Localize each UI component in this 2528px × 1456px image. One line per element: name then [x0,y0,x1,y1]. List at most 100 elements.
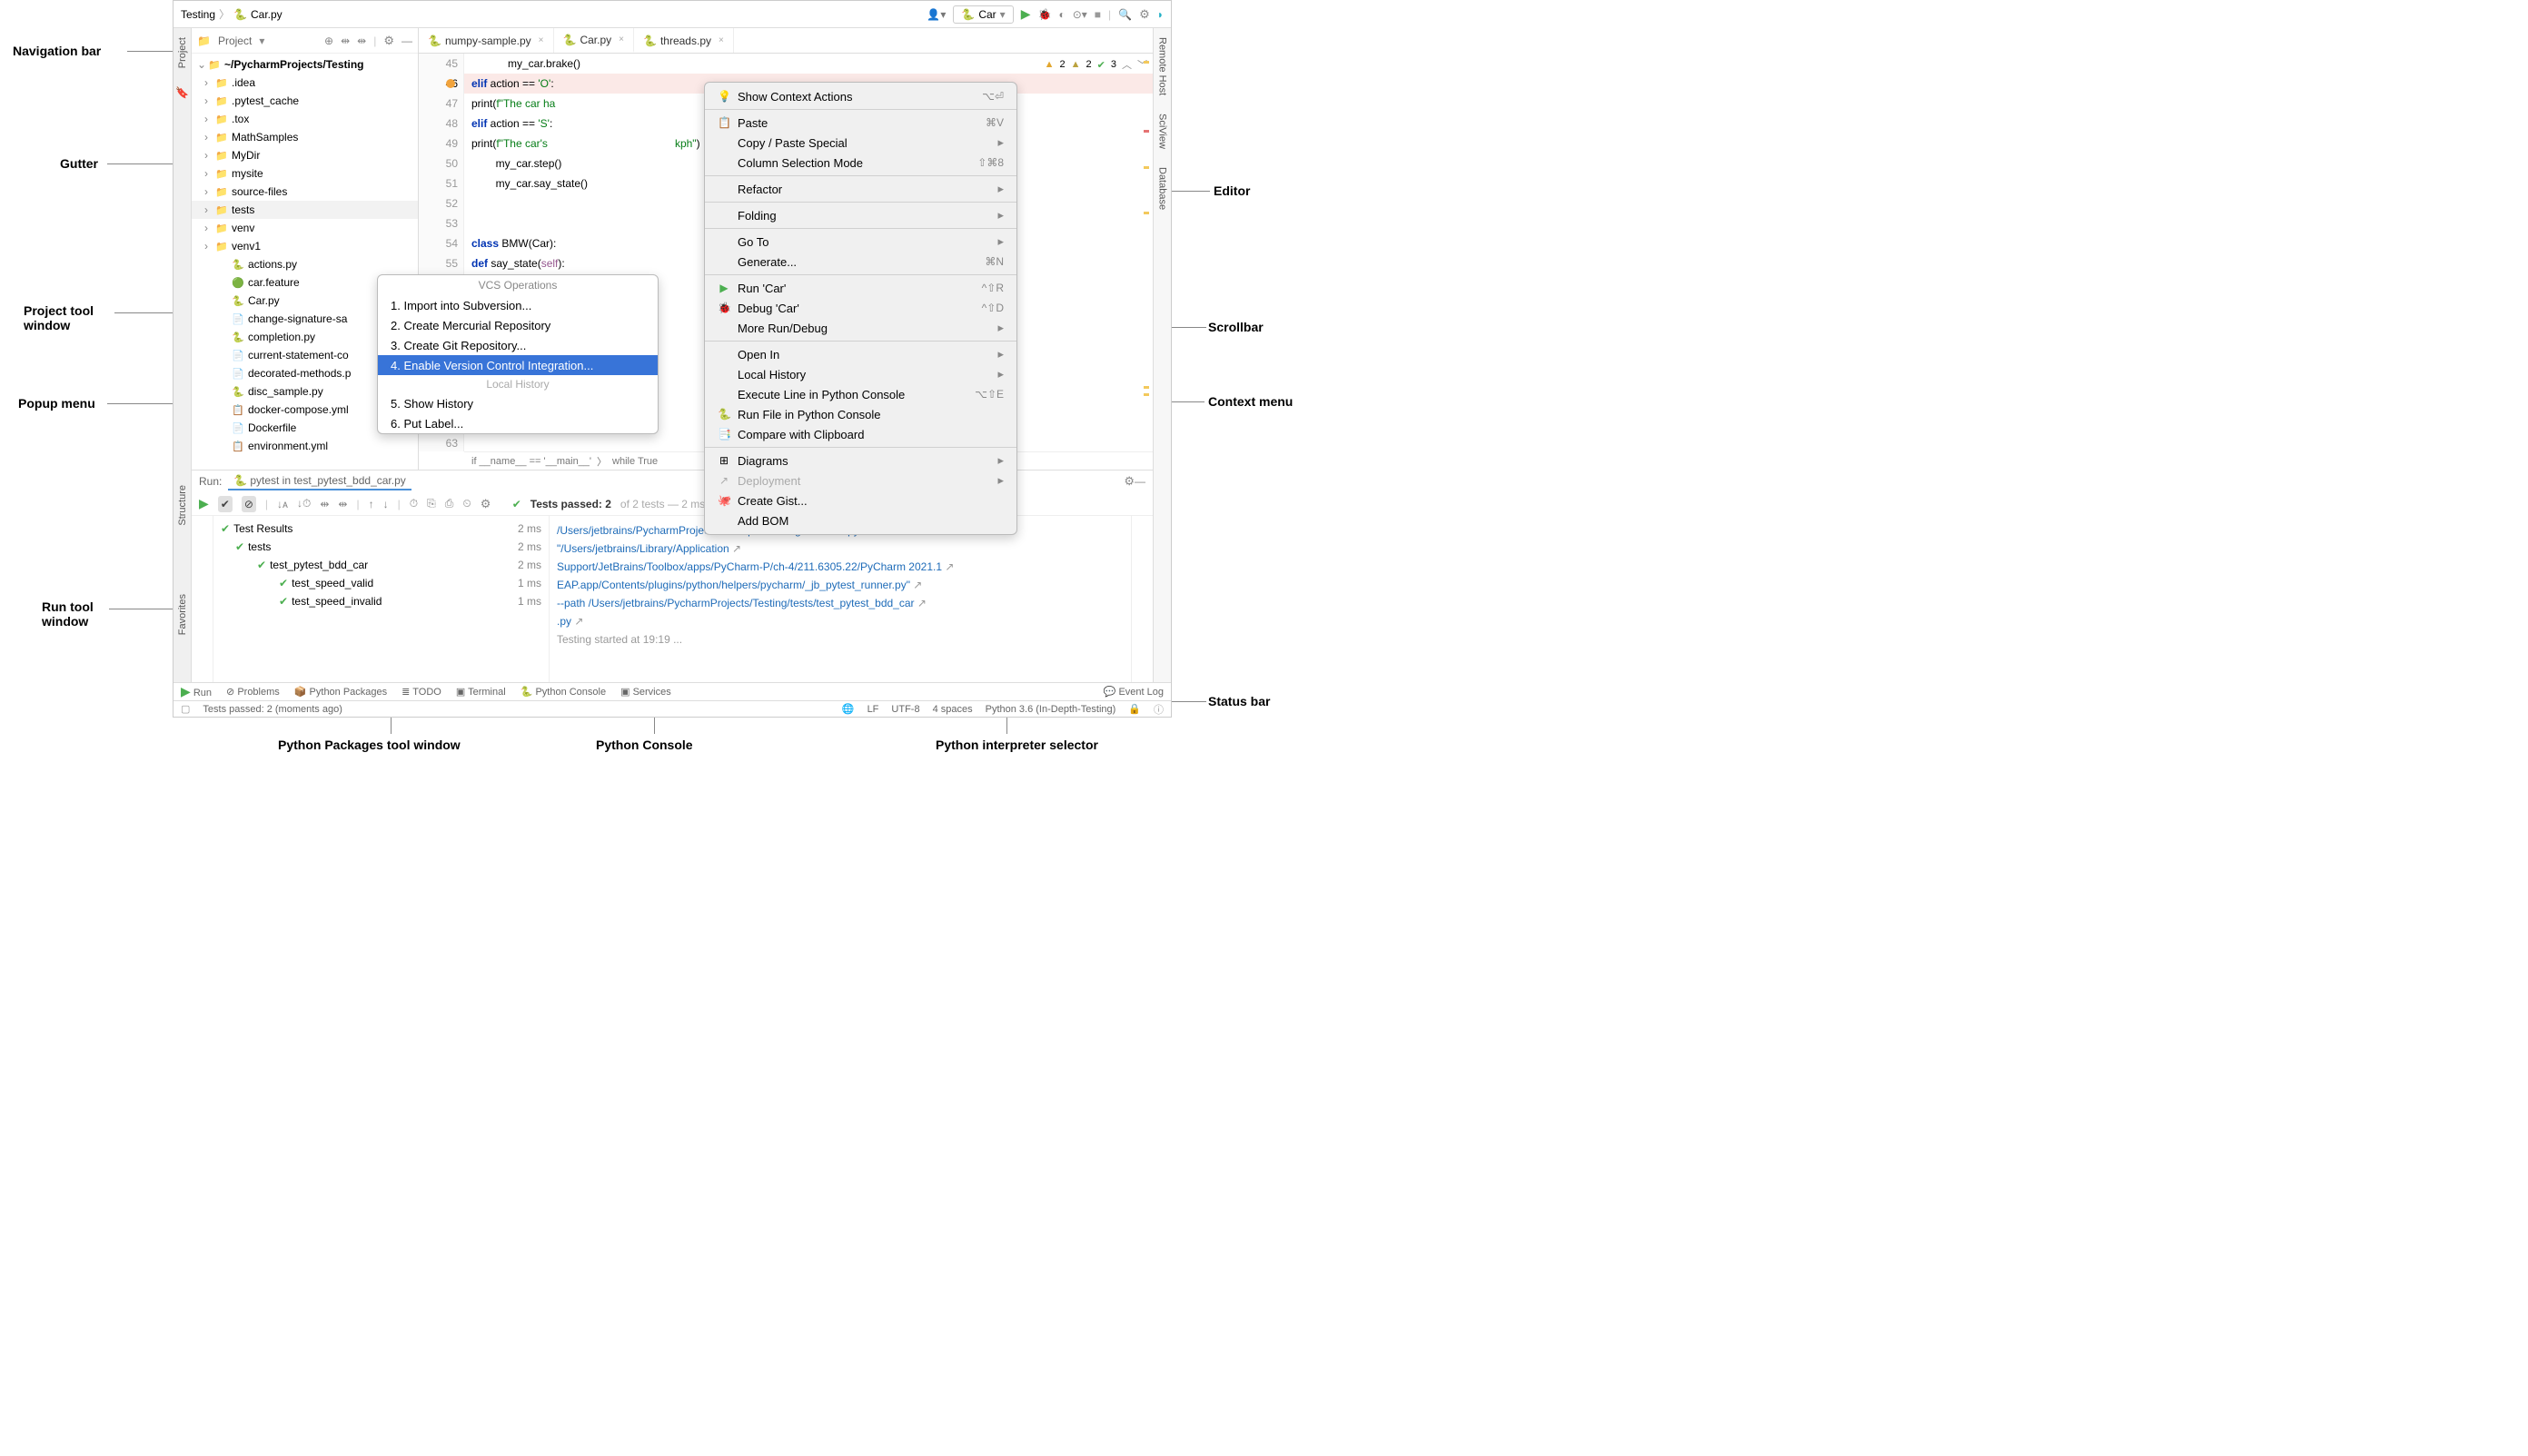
popup-item[interactable]: 6. Put Label... [378,413,658,433]
history-icon[interactable]: ⏲ [462,497,471,510]
collapse-all-icon[interactable]: ⇹ [357,35,366,47]
hide-icon[interactable]: — [1135,475,1145,488]
favorites-tool-tab[interactable]: Favorites [177,594,188,635]
lock-icon[interactable]: 🔒 [1128,703,1141,715]
debug-button[interactable]: 🐞 [1037,8,1051,21]
context-menu-item[interactable]: Generate...⌘N [705,252,1016,272]
settings-icon[interactable] [383,34,394,48]
export-icon[interactable]: ⎙ [445,497,454,510]
event-log-tab[interactable]: 💬 Event Log [1104,686,1164,698]
crumb-2[interactable]: while True [612,456,658,467]
prev-test-icon[interactable]: ↑ [369,498,374,510]
tree-folder[interactable]: ›📁MyDir [192,146,418,164]
close-icon[interactable]: × [619,35,624,45]
status-lf[interactable]: LF [867,704,879,715]
hide-icon[interactable]: — [402,35,412,47]
problems-tab[interactable]: ⊘ Problems [226,686,280,698]
context-menu-item[interactable]: Folding▸ [705,205,1016,225]
tree-folder[interactable]: ›📁source-files [192,183,418,201]
run-config-tab[interactable]: 🐍 pytest in test_pytest_bdd_car.py [228,472,411,490]
import-icon[interactable]: ⎘ [427,497,436,510]
sciview-tab[interactable]: SciView [1157,114,1168,149]
scrollbar-track[interactable] [1142,59,1151,470]
structure-tool-tab[interactable]: Structure [177,485,188,526]
gutter-line[interactable]: 55 [419,253,463,273]
editor-tab[interactable]: 🐍threads.py× [634,28,734,53]
run-button[interactable]: ▶ [1021,6,1031,22]
expand-all-icon[interactable]: ⇹ [341,35,350,47]
stop-button[interactable]: ■ [1095,8,1101,21]
context-menu-item[interactable]: Add BOM [705,510,1016,530]
tree-folder[interactable]: ›📁mysite [192,164,418,183]
tree-folder[interactable]: ›📁MathSamples [192,128,418,146]
gutter-line[interactable]: 53 [419,213,463,233]
tree-folder[interactable]: ›📁.pytest_cache [192,92,418,110]
tool-windows-icon[interactable]: ▢ [181,703,190,715]
rerun-button[interactable]: ▶ [199,496,209,511]
breakpoint-icon[interactable] [446,79,455,88]
terminal-tab[interactable]: ▣ Terminal [456,686,506,698]
close-icon[interactable]: × [719,35,724,45]
toggle-pass-icon[interactable]: ✔ [218,496,233,512]
gutter-line[interactable]: 51 [419,173,463,193]
gutter-line[interactable]: 52 [419,193,463,213]
context-menu-item[interactable]: 🐙Create Gist... [705,490,1016,510]
tree-folder[interactable]: ›📁.idea [192,74,418,92]
packages-tab[interactable]: 📦 Python Packages [294,686,387,698]
gutter-line[interactable]: 49 [419,134,463,154]
expand-icon[interactable]: ⇹ [320,498,329,510]
project-tw-label[interactable]: Project [218,35,252,47]
popup-item[interactable]: 3. Create Git Repository... [378,335,658,355]
todo-tab[interactable]: ≣ TODO [402,686,441,698]
tree-folder[interactable]: ›📁venv [192,219,418,237]
run-console[interactable]: /Users/jetbrains/PycharmProjects/In-Dept… [550,516,1131,682]
tree-folder[interactable]: ›📁tests [192,201,418,219]
gutter-line[interactable]: 45 [419,54,463,74]
settings-icon[interactable] [1124,474,1135,489]
editor-tab[interactable]: 🐍Car.py× [554,28,634,53]
profile-button[interactable]: ⊙▾ [1073,8,1087,21]
context-menu-item[interactable]: 💡Show Context Actions⌥⏎ [705,86,1016,106]
tree-file[interactable]: 📋environment.yml [192,437,418,455]
gutter-line[interactable]: 48 [419,114,463,134]
coverage-button[interactable]: ◐ [1058,8,1065,21]
gutter-line[interactable]: 54 [419,233,463,253]
test-tree-row[interactable]: ✔tests2 ms [213,538,549,556]
breadcrumb-root[interactable]: Testing [181,8,215,21]
memory-icon[interactable]: ⓘ [1154,702,1164,717]
status-encoding[interactable]: UTF-8 [891,704,919,715]
sort-icon[interactable]: ↓⏱ [297,497,311,510]
help-icon[interactable]: ◗ [1157,8,1164,21]
user-icon[interactable]: 👤▾ [927,8,946,21]
test-tree-row[interactable]: ✔test_speed_invalid1 ms [213,592,549,610]
tree-folder[interactable]: ›📁.tox [192,110,418,128]
context-menu-item[interactable]: 🐞Debug 'Car'^⇧D [705,298,1016,318]
chevron-down-icon[interactable]: ▾ [259,35,264,47]
test-tree-row[interactable]: ✔Test Results2 ms [213,520,549,538]
collapse-icon[interactable]: ⇹ [338,498,347,510]
context-menu-item[interactable]: 📋Paste⌘V [705,113,1016,133]
close-icon[interactable]: × [539,35,544,45]
status-indent[interactable]: 4 spaces [933,704,973,715]
settings-button[interactable] [1139,7,1150,22]
gutter-line[interactable]: 46 [419,74,463,94]
gutter-line[interactable]: 50 [419,154,463,173]
context-menu-item[interactable]: Go To▸ [705,232,1016,252]
search-button[interactable]: 🔍 [1118,8,1132,21]
bookmark-icon[interactable]: 🔖 [175,86,189,99]
crumb-1[interactable]: if __name__ == '__main__' [471,456,591,467]
context-menu-item[interactable]: Local History▸ [705,364,1016,384]
database-tab[interactable]: Database [1157,167,1168,210]
run-tab[interactable]: ▶ Run [181,684,212,699]
context-menu-item[interactable]: 🐍Run File in Python Console [705,404,1016,424]
context-menu-item[interactable]: Refactor▸ [705,179,1016,199]
console-tab[interactable]: 🐍 Python Console [520,686,606,698]
gutter-line[interactable]: 47 [419,94,463,114]
toggle-ignore-icon[interactable]: ⊘ [242,496,256,512]
context-menu-item[interactable]: Open In▸ [705,344,1016,364]
popup-item[interactable]: 1. Import into Subversion... [378,295,658,315]
tree-root[interactable]: ⌄📁 ~/PycharmProjects/Testing [192,55,418,74]
context-menu-item[interactable]: Execute Line in Python Console⌥⇧E [705,384,1016,404]
context-menu-item[interactable]: More Run/Debug▸ [705,318,1016,338]
scroll-from-source-icon[interactable]: ⊕ [324,35,333,47]
